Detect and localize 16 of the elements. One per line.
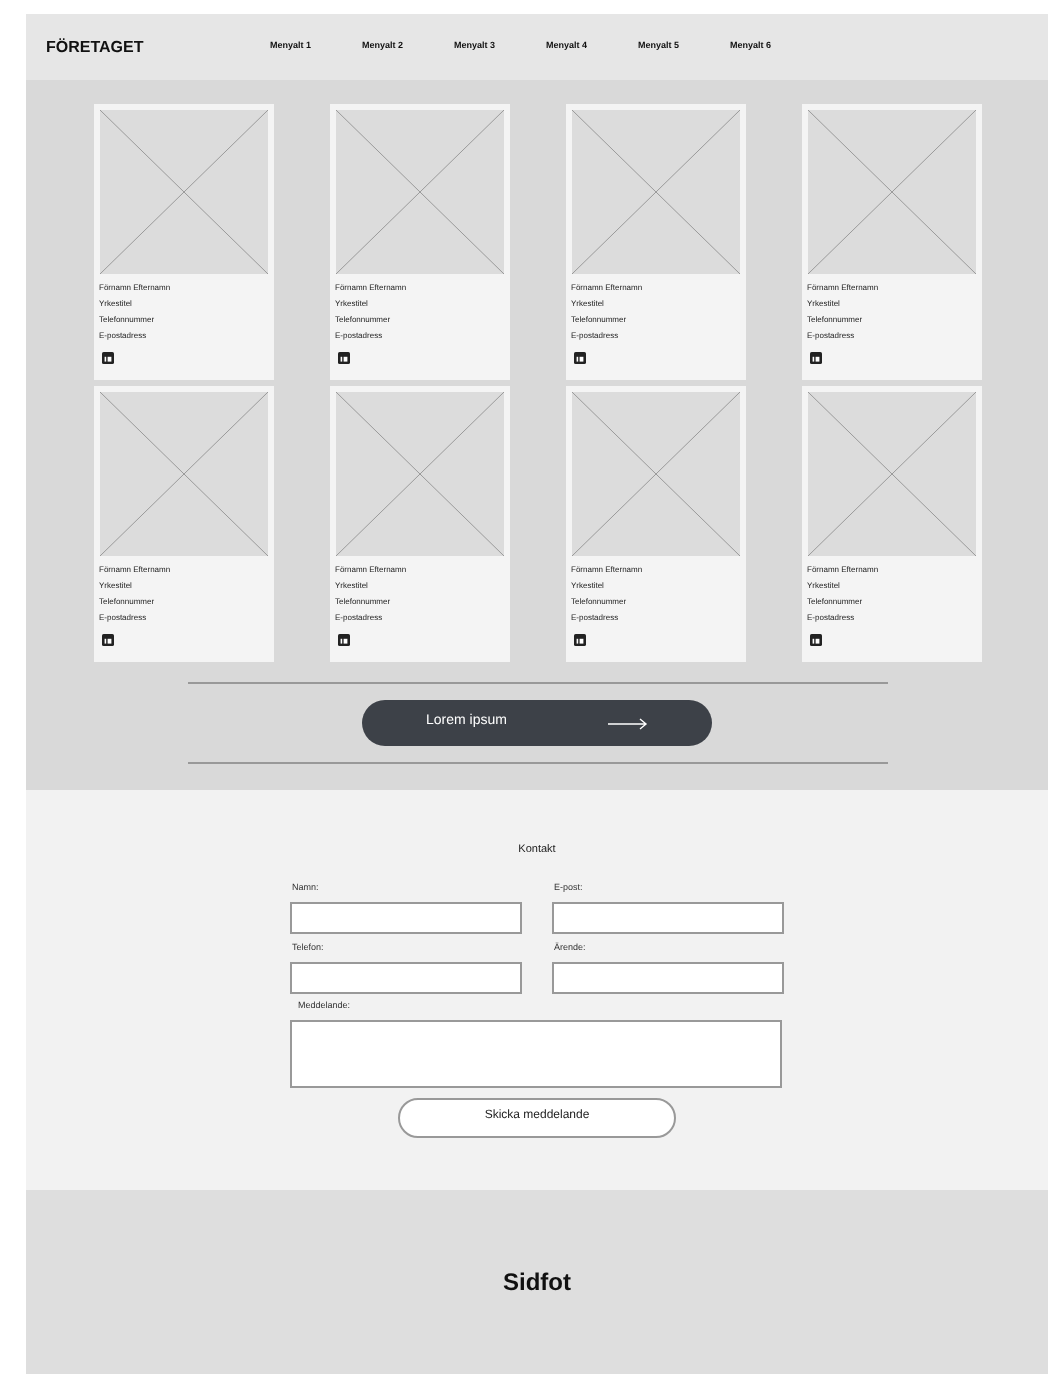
footer-text: Sidfot xyxy=(503,1266,571,1300)
social-icon[interactable] xyxy=(101,634,113,646)
social-icon[interactable] xyxy=(809,634,821,646)
social-icon[interactable] xyxy=(573,634,585,646)
input-field[interactable] xyxy=(290,902,522,934)
input-field[interactable] xyxy=(290,961,522,994)
message-field[interactable] xyxy=(290,1019,782,1087)
input-field[interactable] xyxy=(552,902,784,934)
social-icon[interactable] xyxy=(573,352,585,364)
social-icon[interactable] xyxy=(809,352,821,364)
social-icon[interactable] xyxy=(337,352,349,364)
input-field[interactable] xyxy=(552,961,784,994)
arrow-right-icon xyxy=(608,717,648,729)
social-icon[interactable] xyxy=(101,352,113,364)
logo[interactable]: FÖRETAGET xyxy=(46,35,270,59)
social-icon[interactable] xyxy=(337,634,349,646)
